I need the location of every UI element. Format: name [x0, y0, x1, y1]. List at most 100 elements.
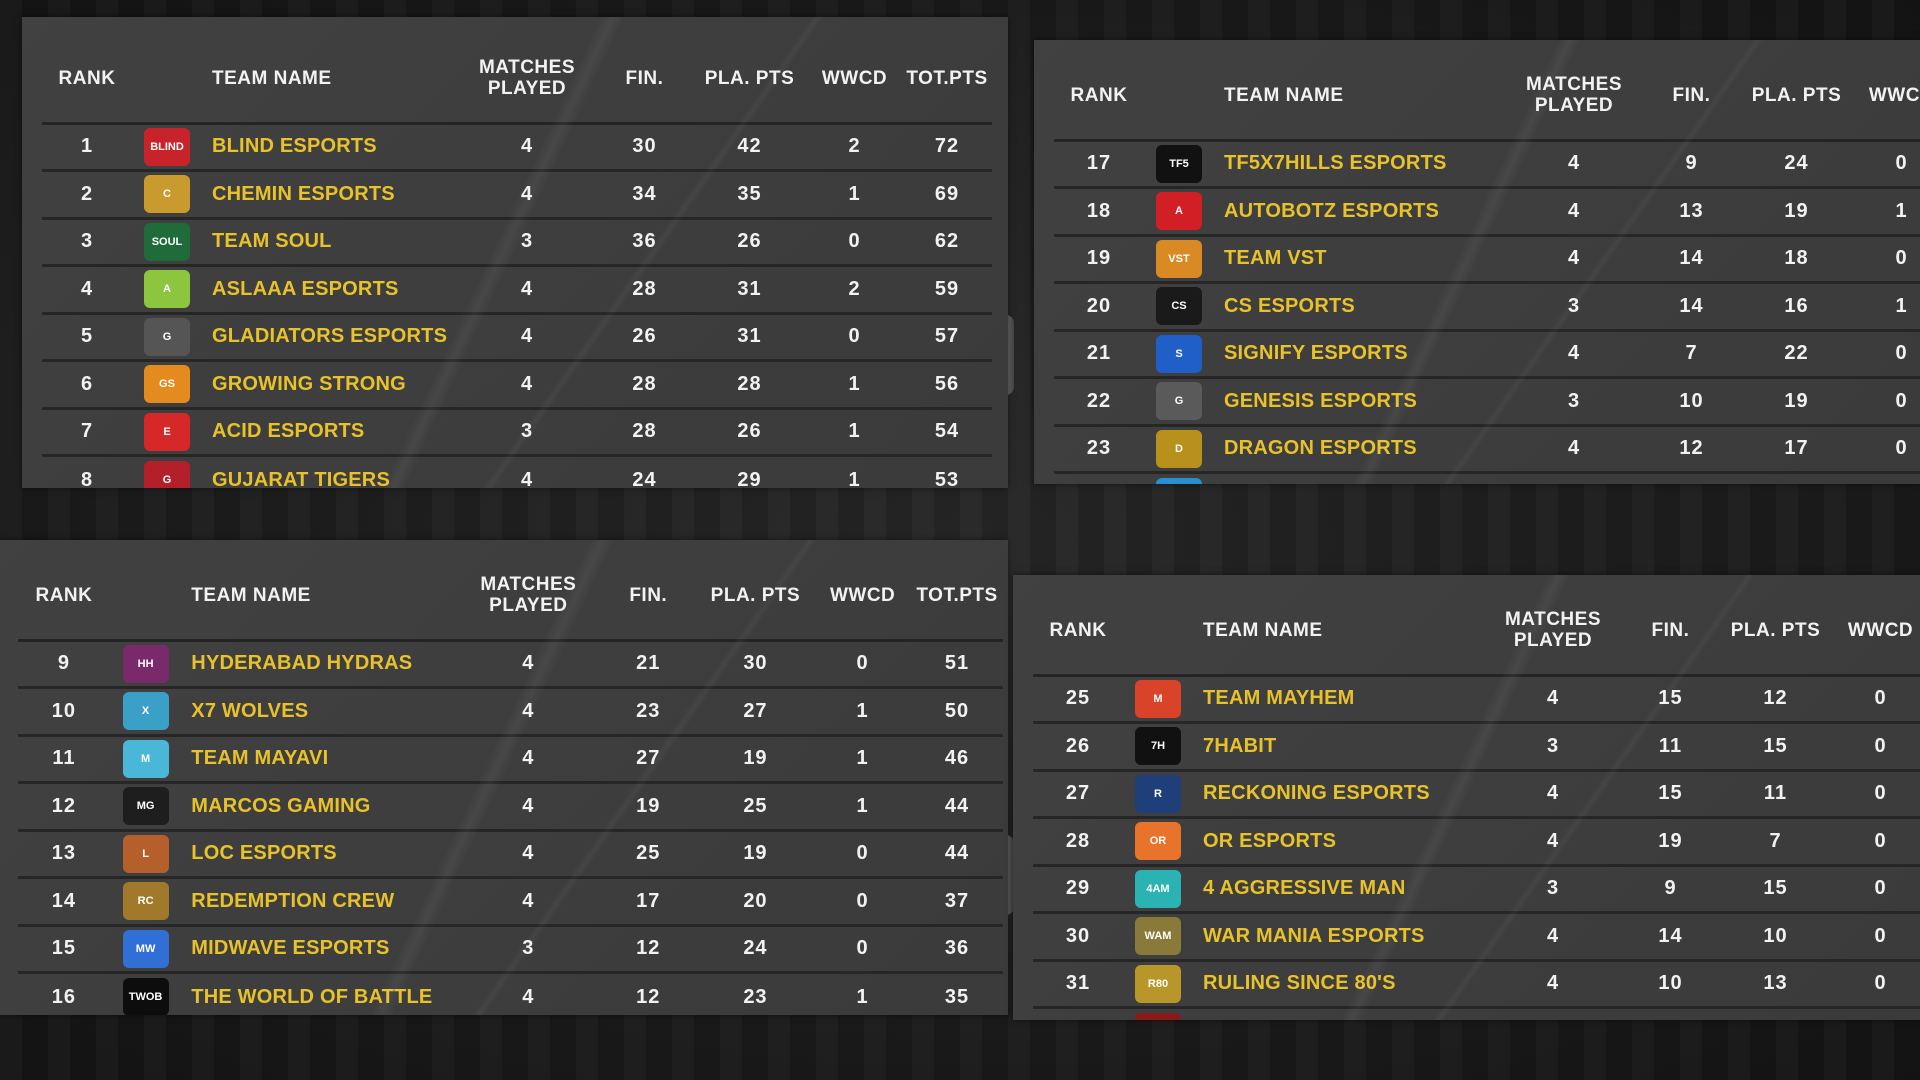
rank-cell: 8 [80, 468, 94, 489]
matches-played-cell: 4 [457, 123, 597, 172]
matches-played-header: MATCHES PLAYED [1504, 52, 1644, 142]
r4w-official-logo-icon: R4W [1135, 1013, 1181, 1020]
rank-cell: 25 [1033, 675, 1123, 724]
table-row: 30 WAM WAR MANIA ESPORTS 4 14 10 0 24 [1033, 912, 1920, 962]
pla-pts-cell: 35 [692, 170, 807, 220]
team-logo-cell: G [132, 313, 202, 362]
matches-played-header-line1: MATCHES [1525, 74, 1623, 96]
matches-played-cell: 3 [1504, 377, 1644, 427]
team-name-cell: TF5X7HILLS ESPORTS [1214, 140, 1504, 189]
table-row: 14 RC REDEMPTION CREW 4 17 20 0 37 [18, 877, 1003, 927]
wwcd-cell: 1 [814, 687, 912, 737]
rank-header: RANK [1054, 52, 1144, 142]
fin-cell: 17 [599, 877, 697, 927]
wwcd-cell: 0 [1833, 960, 1920, 1009]
pla-pts-cell: 16 [1739, 282, 1854, 332]
rank-cell: 26 [1033, 722, 1123, 772]
standings-table: RANK TEAM NAME MATCHES PLAYED FIN. PLA. P… [1054, 52, 1920, 484]
pla-pts-cell: 31 [692, 313, 807, 362]
matches-played-header-line1: MATCHES [478, 57, 576, 79]
4-aggressive-man-logo-icon: 4AM [1135, 869, 1181, 908]
wwcd-cell: 0 [1833, 722, 1920, 772]
team-logo-cell: GS [132, 360, 202, 410]
wwcd-cell: 0 [1833, 912, 1920, 962]
rank-cell: 5 [42, 313, 132, 362]
fin-cell: 23 [599, 687, 697, 737]
matches-played-cell: 4 [456, 640, 600, 689]
wwcd-cell: 0 [1854, 473, 1920, 485]
team-logo-cell: X7 [1144, 473, 1214, 484]
team-logo-cell: SOUL [132, 218, 202, 267]
matches-played-cell: 3 [1483, 865, 1623, 914]
team-mayavi-logo-icon: M [122, 739, 169, 778]
team-name-cell: ASLAAA ESPORTS [202, 265, 457, 315]
table-row: 21 S SIGNIFY ESPORTS 4 7 22 0 29 [1054, 330, 1920, 379]
ruling-since-80s-logo-icon: R80 [1135, 964, 1181, 1003]
fin-cell: 9 [1644, 140, 1739, 189]
wwcd-cell: 1 [807, 170, 902, 220]
fin-cell: 14 [1623, 912, 1718, 962]
team-logo-cell: WAM [1123, 912, 1193, 962]
pla-pts-header: PLA. PTS [692, 35, 807, 125]
rank-cell: 13 [18, 830, 110, 879]
rank-cell: 23 [1054, 425, 1144, 474]
wwcd-header: WWCD [1854, 52, 1920, 142]
fin-header: FIN. [1644, 52, 1739, 142]
tot-pts-header: TOT.PTS [902, 35, 992, 125]
team-logo-cell: X [109, 687, 182, 737]
pla-pts-cell: 19 [696, 735, 815, 784]
rank-cell: 21 [1054, 330, 1144, 379]
pla-pts-cell: 24 [696, 925, 815, 974]
team-logo-cell: TF5 [1144, 140, 1214, 189]
rank-cell: 17 [1054, 140, 1144, 189]
team-logo-cell: C [132, 170, 202, 220]
standings-table: RANK TEAM NAME MATCHES PLAYED FIN. PLA. P… [1033, 587, 1920, 1020]
rank-header: RANK [1033, 587, 1123, 677]
logo-header [132, 35, 202, 125]
matches-played-cell: 3 [457, 218, 597, 267]
team-name-cell: WAR MANIA ESPORTS [1193, 912, 1483, 962]
pla-pts-cell: 18 [1739, 235, 1854, 284]
team-name-cell: RECKONING ESPORTS [1193, 770, 1483, 819]
table-row: 25 M TEAM MAYHEM 4 15 12 0 27 [1033, 675, 1920, 724]
rank-cell: 10 [18, 687, 110, 737]
chemin-esports-logo-icon: C [144, 175, 190, 214]
pla-pts-cell: 19 [1739, 377, 1854, 427]
redemption-crew-logo-icon: RC [122, 882, 169, 921]
signify-esports-logo-icon: S [1156, 334, 1202, 373]
rank-cell: 27 [1033, 770, 1123, 819]
marcos-gaming-logo-icon: MG [122, 787, 169, 826]
team-name-cell: AUTOBOTZ ESPORTS [1214, 187, 1504, 237]
fin-cell: 12 [636, 985, 661, 1008]
matches-played-cell: 4 [1483, 675, 1623, 724]
table-row: 18 A AUTOBOTZ ESPORTS 4 13 19 1 32 [1054, 187, 1920, 237]
team-name-cell: X7 WOLVES [181, 687, 457, 737]
tot-pts-cell: 35 [944, 985, 970, 1008]
team-logo-cell: VST [1144, 235, 1214, 284]
table-row: 15 MW MIDWAVE ESPORTS 3 12 24 0 36 [18, 925, 1003, 974]
midwave-esports-logo-icon: MW [122, 929, 169, 968]
team-logo-cell: 7H [1123, 722, 1193, 772]
table-row: 16 TWOB THE WORLD OF BATTLE 4 12 23 1 35 [18, 973, 1003, 1015]
matches-played-cell: 4 [1504, 140, 1644, 189]
team-logo-cell: A [1144, 187, 1214, 237]
header-row: RANK TEAM NAME MATCHES PLAYED FIN. PLA. P… [42, 35, 992, 125]
pla-pts-header: PLA. PTS [1739, 52, 1854, 142]
fin-cell: 14 [1644, 473, 1739, 485]
team-logo-cell: CS [1144, 282, 1214, 332]
matches-played-cell: 4 [1483, 960, 1623, 1009]
wwcd-cell: 0 [1833, 865, 1920, 914]
tot-pts-cell: 59 [902, 265, 992, 315]
rank-cell: 24 [1054, 473, 1144, 485]
team-logo-cell: R [1123, 770, 1193, 819]
pla-pts-header: PLA. PTS [1718, 587, 1833, 677]
aslaaa-esports-logo-icon: A [144, 270, 190, 309]
matches-played-cell: 4 [1483, 1008, 1623, 1021]
team-name-cell: CHEMIN ESPORTS [202, 170, 457, 220]
fin-cell: 24 [632, 468, 657, 489]
table-row: 8 G GUJARAT TIGERS 4 24 29 1 53 [42, 456, 992, 489]
team-name-cell: BLIND ESPORTS [202, 123, 457, 172]
team-name-cell: X7 OFFICIALS [1214, 473, 1504, 485]
matches-played-cell: 3 [457, 408, 597, 457]
matches-played-cell: 4 [1504, 425, 1644, 474]
